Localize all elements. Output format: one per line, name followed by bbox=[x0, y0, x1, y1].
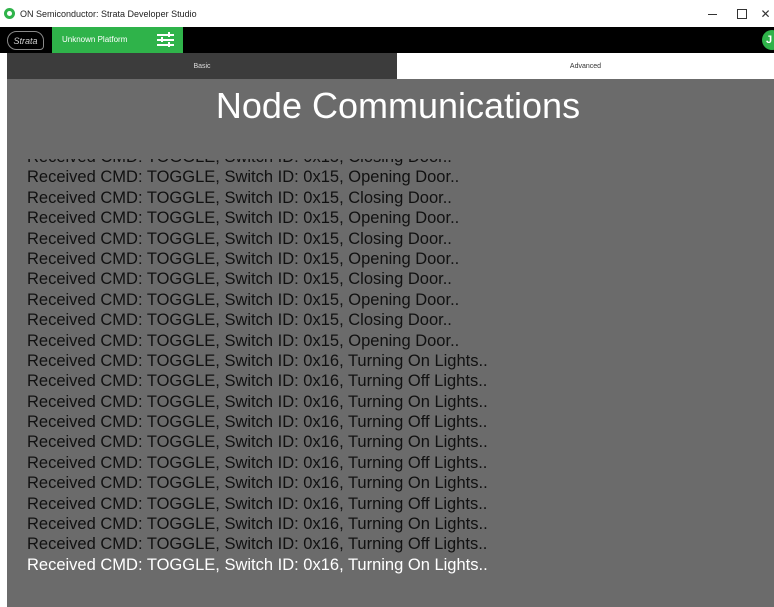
user-avatar[interactable]: J bbox=[762, 30, 774, 50]
log-entry: Received CMD: TOGGLE, Switch ID: 0x15, C… bbox=[27, 159, 488, 167]
strata-logo-text: Strata bbox=[13, 35, 38, 46]
minimize-icon bbox=[707, 14, 717, 15]
log-entry: Received CMD: TOGGLE, Switch ID: 0x15, O… bbox=[27, 290, 460, 309]
log-entry: Received CMD: TOGGLE, Switch ID: 0x16, T… bbox=[27, 535, 488, 554]
view-tabs: Basic Advanced bbox=[7, 53, 774, 79]
close-button[interactable]: ✕ bbox=[757, 0, 774, 27]
log-entry: Received CMD: TOGGLE, Switch ID: 0x16, T… bbox=[27, 413, 488, 432]
log-entry: Received CMD: TOGGLE, Switch ID: 0x16, T… bbox=[27, 494, 488, 513]
log-entry: Received CMD: TOGGLE, Switch ID: 0x15, O… bbox=[27, 209, 460, 228]
log-entry: Received CMD: TOGGLE, Switch ID: 0x16, T… bbox=[27, 453, 488, 472]
log-entry: Received CMD: TOGGLE, Switch ID: 0x16, T… bbox=[27, 515, 488, 534]
log-entry: Received CMD: TOGGLE, Switch ID: 0x16, T… bbox=[27, 372, 488, 391]
tab-basic-label: Basic bbox=[193, 62, 211, 70]
log-entry: Received CMD: TOGGLE, Switch ID: 0x16, T… bbox=[27, 555, 488, 574]
log-entry: Received CMD: TOGGLE, Switch ID: 0x15, C… bbox=[27, 311, 452, 330]
strata-header: Strata Unknown Platform J bbox=[0, 27, 774, 53]
minimize-button[interactable] bbox=[697, 0, 727, 27]
window-titlebar[interactable]: ON Semiconductor: Strata Developer Studi… bbox=[0, 0, 774, 27]
maximize-button[interactable] bbox=[727, 0, 757, 27]
page-title: Node Communications bbox=[215, 85, 581, 126]
log-entry: Received CMD: TOGGLE, Switch ID: 0x15, O… bbox=[27, 331, 460, 350]
log-entry: Received CMD: TOGGLE, Switch ID: 0x15, O… bbox=[27, 249, 460, 268]
platform-name: Unknown Platform bbox=[62, 35, 128, 44]
maximize-icon bbox=[737, 8, 747, 19]
log-entry: Received CMD: TOGGLE, Switch ID: 0x15, O… bbox=[27, 168, 460, 187]
sliders-icon[interactable] bbox=[157, 32, 174, 47]
window-title: ON Semiconductor: Strata Developer Studi… bbox=[20, 8, 197, 19]
log-entry: Received CMD: TOGGLE, Switch ID: 0x16, T… bbox=[27, 474, 488, 493]
message-log-list: Received CMD: TOGGLE, Switch ID: 0x15, C… bbox=[27, 159, 488, 575]
log-entry: Received CMD: TOGGLE, Switch ID: 0x16, T… bbox=[27, 433, 488, 452]
log-entry: Received CMD: TOGGLE, Switch ID: 0x15, C… bbox=[27, 270, 452, 289]
platform-selector[interactable]: Unknown Platform bbox=[52, 27, 183, 53]
app-icon bbox=[4, 8, 15, 19]
log-entry: Received CMD: TOGGLE, Switch ID: 0x16, T… bbox=[27, 351, 488, 370]
log-entry: Received CMD: TOGGLE, Switch ID: 0x15, C… bbox=[27, 188, 452, 207]
tab-advanced[interactable]: Advanced bbox=[397, 53, 774, 79]
message-log[interactable]: Received CMD: TOGGLE, Switch ID: 0x15, C… bbox=[7, 159, 774, 579]
close-icon: ✕ bbox=[760, 6, 771, 21]
log-entry: Received CMD: TOGGLE, Switch ID: 0x16, T… bbox=[27, 392, 488, 411]
tab-basic[interactable]: Basic bbox=[7, 53, 397, 79]
node-communications-panel: Node Communications Received CMD: TOGGLE… bbox=[7, 79, 774, 607]
user-initial: J bbox=[766, 34, 773, 46]
log-entry: Received CMD: TOGGLE, Switch ID: 0x15, C… bbox=[27, 229, 452, 248]
strata-logo: Strata bbox=[7, 31, 44, 50]
tab-advanced-label: Advanced bbox=[569, 62, 602, 70]
